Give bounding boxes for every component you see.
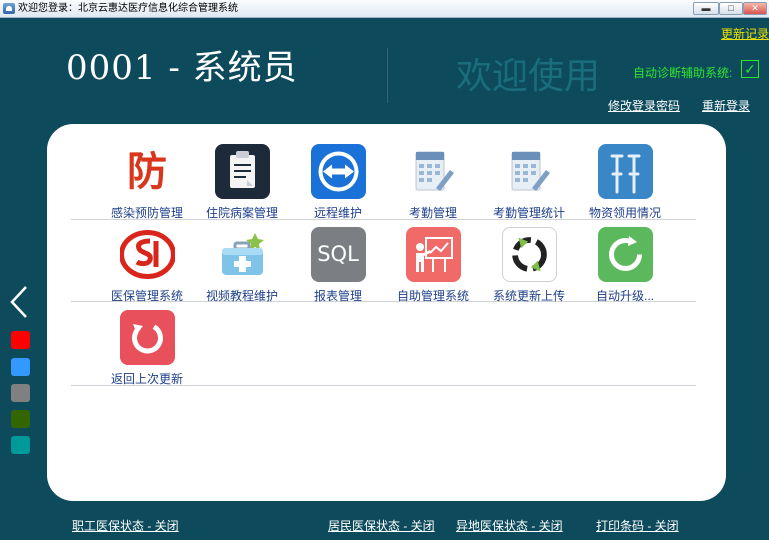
module-label: 感染预防管理 [110,206,183,220]
module-infection-prevention[interactable]: 防 感染预防管理 [99,144,195,221]
app-icon [3,3,15,14]
auto-diag-label: 自动诊断辅助系统: [633,66,733,80]
module-report-management[interactable]: SQL 报表管理 [290,227,386,304]
clipboard-icon [214,144,270,199]
header-divider [387,48,388,103]
resident-insurance-status[interactable]: 居民医保状态 - 关闭 [328,517,435,534]
teamviewer-icon [310,144,366,199]
module-label: 报表管理 [313,289,362,303]
print-barcode-status[interactable]: 打印条码 - 关闭 [596,517,679,534]
user-title: 0001 - 系统员 [66,48,298,88]
module-self-service[interactable]: 自助管理系统 [385,227,481,304]
module-label: 考勤管理统计 [492,206,565,220]
module-auto-upgrade[interactable]: 自动升级... [577,227,673,304]
fang-character-icon: 防 [127,148,167,195]
employee-insurance-status[interactable]: 职工医保状态 - 关闭 [72,517,179,534]
module-label: 返回上次更新 [110,372,183,386]
welcome-text: 欢迎使用 [456,55,601,96]
module-panel: 防 感染预防管理 住院病案管理 远程维护 考勤管理 考勤管理统计 物资领用情况 … [47,124,726,501]
theme-swatch-teal[interactable] [11,436,30,454]
remote-insurance-status[interactable]: 异地医保状态 - 关闭 [456,517,563,534]
medical-kit-icon [215,227,270,282]
relogin-link[interactable]: 重新登录 [702,97,750,114]
theme-swatch-dark-teal[interactable] [11,462,30,480]
theme-swatch-gray[interactable] [11,384,30,402]
crutches-icon [597,144,653,199]
sync-arrows-icon [501,227,557,282]
module-label: 自动升级... [595,289,654,303]
module-label: 物资领用情况 [588,206,661,220]
window-titlebar: 欢迎您登录：北京云惠达医疗信息化综合管理系统 ▬ □ ✕ [0,0,769,18]
module-inpatient-records[interactable]: 住院病案管理 [194,144,290,221]
module-label: 自助管理系统 [396,289,469,303]
undo-icon [119,310,175,365]
sql-icon: SQL [310,227,366,282]
module-attendance[interactable]: 考勤管理 [385,144,481,221]
module-system-update-upload[interactable]: 系统更新上传 [481,227,577,304]
module-rollback-update[interactable]: 返回上次更新 [99,310,195,387]
theme-swatch-green[interactable] [11,410,30,428]
module-label: 远程维护 [313,206,362,220]
chevron-left-icon[interactable] [8,285,30,319]
module-video-tutorials[interactable]: 视频教程维护 [194,227,290,304]
module-medical-insurance[interactable]: 医保管理系统 [99,227,195,304]
module-label: 考勤管理 [408,206,457,220]
close-button[interactable]: ✕ [743,2,767,15]
window-title: 欢迎您登录：北京云惠达医疗信息化综合管理系统 [18,3,238,14]
change-password-link[interactable]: 修改登录密码 [608,97,680,114]
module-label: 住院病案管理 [205,206,278,220]
refresh-icon [597,227,653,282]
attendance-stats-icon [502,144,557,199]
module-label: 视频教程维护 [205,289,278,303]
theme-swatch-blue[interactable] [11,358,30,376]
module-label: 系统更新上传 [492,289,565,303]
presentation-board-icon [405,227,461,282]
auto-diag-checkbox[interactable]: ✓ [741,60,759,78]
update-log-link[interactable]: 更新记录 [721,25,769,42]
module-attendance-stats[interactable]: 考勤管理统计 [481,144,577,221]
attendance-calendar-icon [406,144,461,199]
minimize-button[interactable]: ▬ [693,2,719,15]
maximize-button[interactable]: □ [719,2,743,15]
social-insurance-logo-icon [119,227,175,282]
module-supplies[interactable]: 物资领用情况 [577,144,673,221]
module-label: 医保管理系统 [110,289,183,303]
module-remote-maintenance[interactable]: 远程维护 [290,144,386,221]
theme-swatch-red[interactable] [11,331,30,349]
